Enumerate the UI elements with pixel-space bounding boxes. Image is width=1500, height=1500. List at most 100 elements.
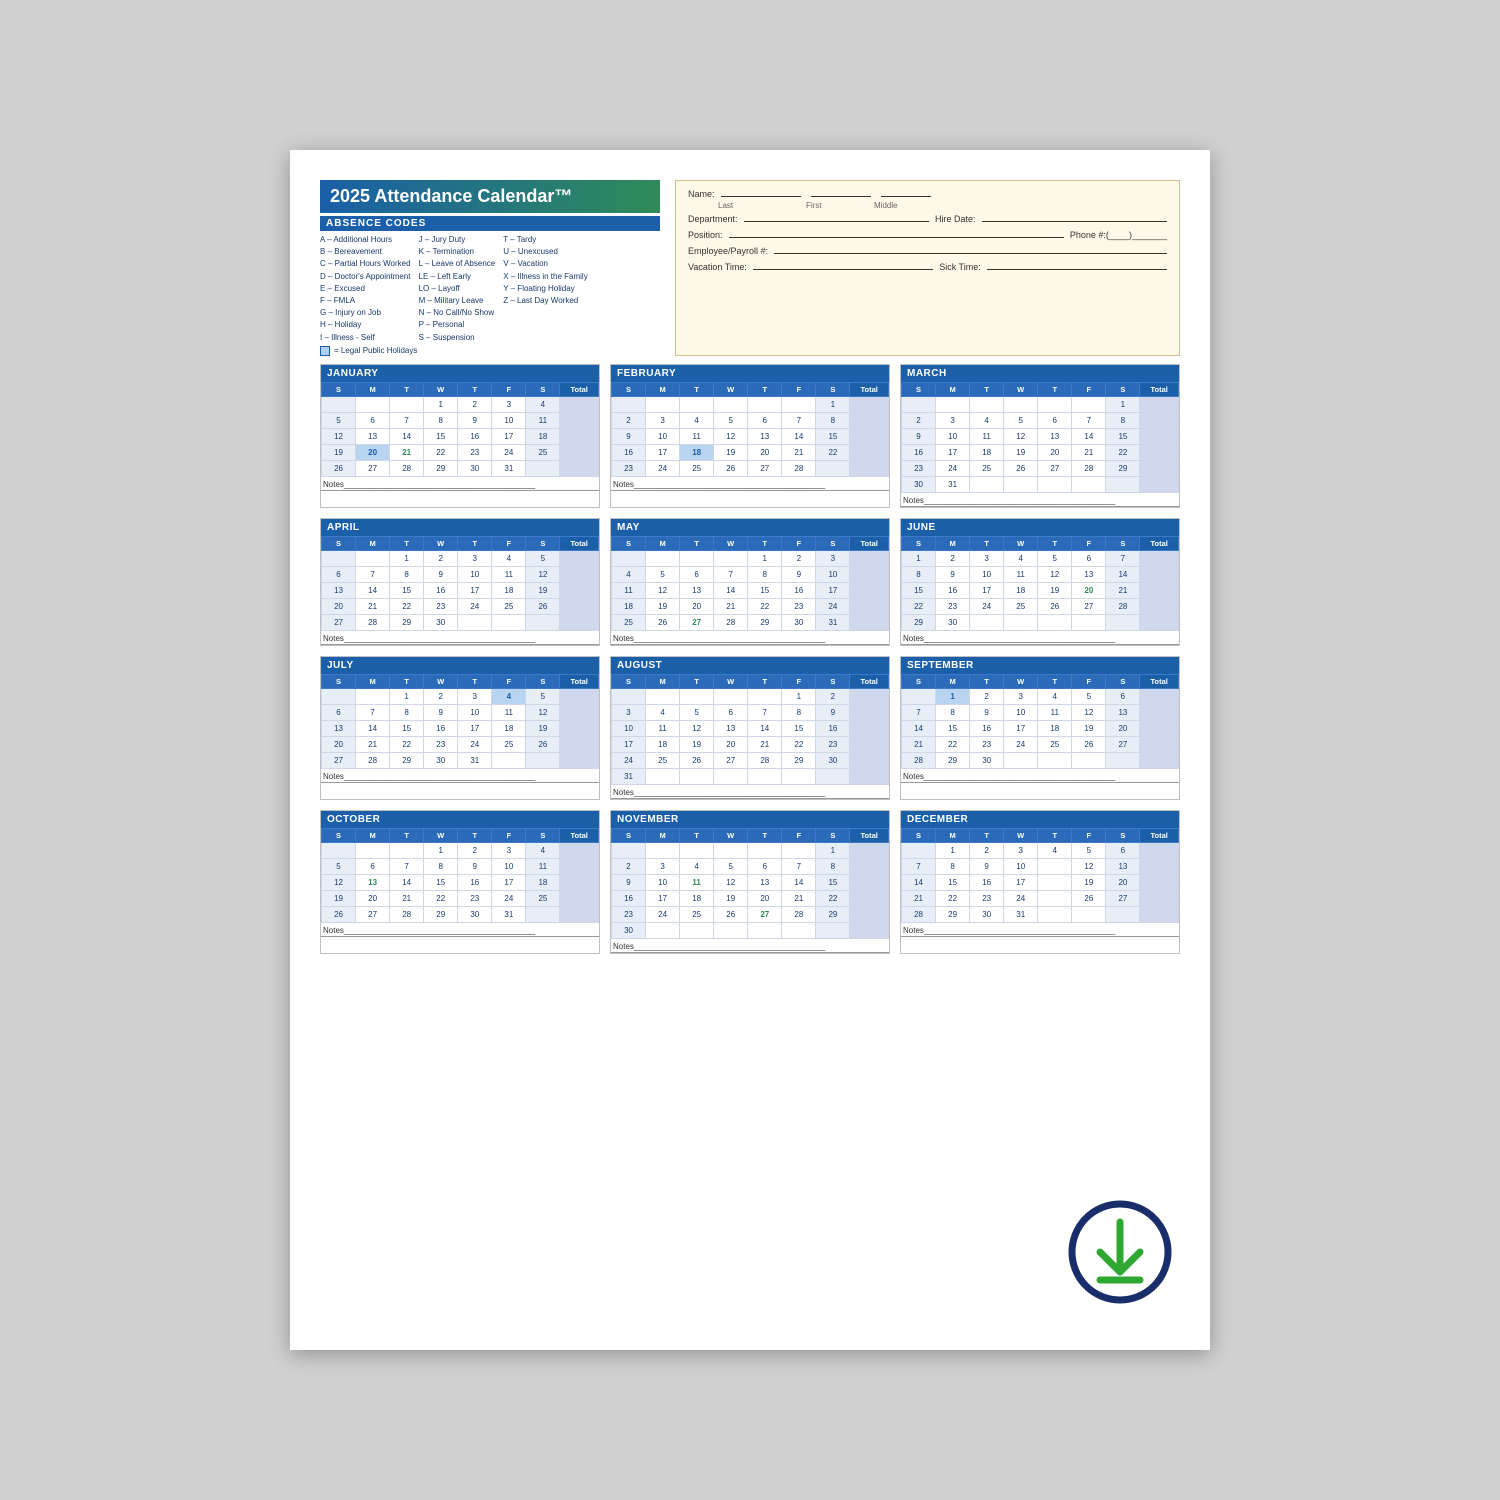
calendar-day	[748, 842, 782, 858]
calendar-day: 7	[748, 704, 782, 720]
notes-line: Notes___________________________________…	[611, 942, 889, 953]
calendar-day	[1140, 688, 1179, 704]
calendar-day: 5	[322, 412, 356, 428]
calendar-day: 6	[714, 704, 748, 720]
calendar-day	[714, 396, 748, 412]
calendar-day: 24	[646, 460, 680, 476]
calendar-day	[1038, 906, 1072, 922]
col-header-total: Total	[850, 674, 889, 688]
calendar-day: 5	[680, 704, 714, 720]
calendar-day: 23	[458, 444, 492, 460]
calendar-day: 12	[1004, 428, 1038, 444]
calendar-day: 15	[936, 720, 970, 736]
calendar-day: 3	[1004, 842, 1038, 858]
calendar-day: 15	[902, 582, 936, 598]
payroll-row: Employee/Payroll #:	[688, 246, 1167, 256]
phone-label: Phone #:(____)_______	[1070, 230, 1167, 240]
calendar-day: 19	[322, 444, 356, 460]
calendar-day	[646, 396, 680, 412]
calendar-day	[322, 396, 356, 412]
calendar-day: 10	[646, 874, 680, 890]
calendar-day	[1038, 614, 1072, 630]
calendar-day: 21	[356, 598, 390, 614]
month-header: JULY	[321, 657, 599, 674]
calendar-day: 1	[424, 396, 458, 412]
col-header-t: T	[1038, 828, 1072, 842]
calendar-day: 16	[816, 720, 850, 736]
calendar-day: 25	[646, 752, 680, 768]
col-header-s: S	[322, 536, 356, 550]
calendar-day: 22	[424, 890, 458, 906]
calendar-day: 10	[936, 428, 970, 444]
download-icon[interactable]	[1060, 1200, 1190, 1330]
calendar-day	[1038, 396, 1072, 412]
col-header-f: F	[782, 536, 816, 550]
download-overlay[interactable]	[1060, 1200, 1190, 1330]
code-item: I – Illness - Self	[320, 332, 411, 343]
calendar-day	[748, 396, 782, 412]
month-header: MARCH	[901, 365, 1179, 382]
calendar-day: 4	[612, 566, 646, 582]
calendar-day	[560, 460, 599, 476]
calendar-table: SMTWTFSTotal1234567891011121314151617181…	[611, 674, 889, 785]
calendar-day: 2	[782, 550, 816, 566]
code-item: LO – Layoff	[419, 283, 496, 294]
calendar-day: 16	[936, 582, 970, 598]
calendar-day: 26	[714, 906, 748, 922]
calendar-day: 24	[458, 736, 492, 752]
calendar-day: 9	[782, 566, 816, 582]
calendar-day: 18	[526, 428, 560, 444]
calendar-day: 23	[782, 598, 816, 614]
calendar-day	[560, 614, 599, 630]
calendar-day: 23	[816, 736, 850, 752]
calendar-day: 16	[902, 444, 936, 460]
attendance-calendar-page: 2025 Attendance Calendar™ ABSENCE CODES …	[290, 150, 1210, 1350]
calendar-day	[936, 396, 970, 412]
calendar-day	[850, 396, 889, 412]
calendar-day: 6	[322, 566, 356, 582]
calendar-day: 5	[714, 858, 748, 874]
col-header-w: W	[424, 674, 458, 688]
calendar-day	[680, 688, 714, 704]
calendar-day	[646, 768, 680, 784]
calendar-day: 6	[322, 704, 356, 720]
calendar-day: 7	[782, 412, 816, 428]
calendar-day: 26	[322, 460, 356, 476]
title-codes-block: 2025 Attendance Calendar™ ABSENCE CODES …	[320, 180, 660, 356]
calendar-day: 4	[1038, 842, 1072, 858]
calendar-day: 14	[714, 582, 748, 598]
col-header-f: F	[492, 536, 526, 550]
calendar-day: 28	[782, 906, 816, 922]
calendar-table: SMTWTFSTotal1234567891011121314151617181…	[321, 828, 599, 923]
calendar-day: 30	[424, 614, 458, 630]
calendar-day: 10	[1004, 858, 1038, 874]
col-header-t: T	[458, 674, 492, 688]
calendar-day: 26	[526, 736, 560, 752]
col-header-t: T	[1038, 674, 1072, 688]
month-block-june: JUNESMTWTFSTotal123456789101112131415161…	[900, 518, 1180, 646]
calendar-day: 21	[902, 736, 936, 752]
col-header-w: W	[424, 382, 458, 396]
col-header-w: W	[714, 674, 748, 688]
notes-line: Notes___________________________________…	[901, 926, 1179, 937]
calendar-day	[646, 550, 680, 566]
holiday-note: = Legal Public Holidays	[320, 346, 660, 356]
calendar-day: 28	[902, 906, 936, 922]
calendar-day: 2	[424, 550, 458, 566]
calendar-day	[458, 614, 492, 630]
code-item: M – Military Leave	[419, 295, 496, 306]
calendar-day	[612, 396, 646, 412]
calendar-day: 22	[390, 736, 424, 752]
col-header-t: T	[1038, 536, 1072, 550]
calendar-day	[1140, 444, 1179, 460]
calendar-day: 31	[612, 768, 646, 784]
calendar-day: 10	[458, 704, 492, 720]
month-block-october: OCTOBERSMTWTFSTotal123456789101112131415…	[320, 810, 600, 954]
col-header-f: F	[492, 828, 526, 842]
calendar-day: 13	[356, 874, 390, 890]
calendar-day	[1038, 752, 1072, 768]
calendar-day: 19	[322, 890, 356, 906]
col-header-total: Total	[560, 828, 599, 842]
calendar-day: 24	[492, 444, 526, 460]
calendar-day: 19	[1038, 582, 1072, 598]
